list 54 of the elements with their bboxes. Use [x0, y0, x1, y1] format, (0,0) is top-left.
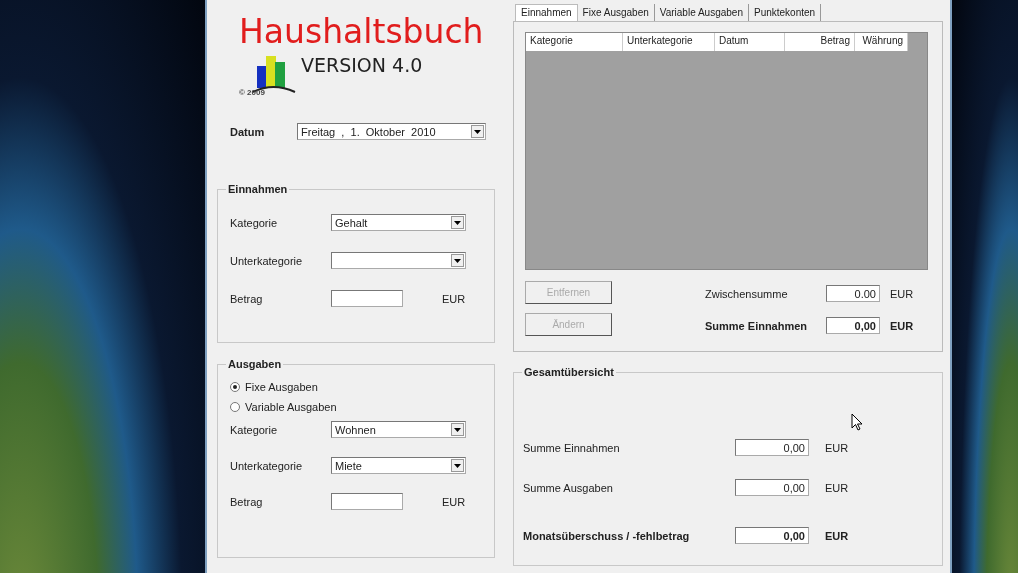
column-header[interactable]: Kategorie — [526, 33, 623, 51]
date-label: Datum — [230, 125, 266, 138]
radio-option[interactable]: Fixe Ausgaben — [230, 381, 318, 393]
group-title: Gesamtübersicht — [522, 366, 616, 378]
version-label: VERSION 4.0 — [301, 54, 423, 76]
field-label: Unterkategorie — [230, 459, 303, 472]
group-title: Ausgaben — [226, 358, 284, 370]
caret-icon — [454, 258, 461, 263]
caret-icon — [454, 427, 461, 432]
field-label: Betrag — [230, 495, 263, 508]
group-title: Einnahmen — [226, 183, 290, 195]
field-label: Kategorie — [230, 423, 278, 436]
total-label: Monatsüberschuss / -fehlbetrag — [523, 529, 691, 542]
caret-icon — [454, 220, 461, 225]
column-header[interactable]: Datum — [715, 33, 785, 51]
total-field: 0,00 — [826, 317, 880, 334]
total-field: 0,00 — [735, 439, 809, 456]
tab[interactable]: Variable Ausgaben — [654, 4, 749, 21]
total-label: Zwischensumme — [705, 287, 789, 300]
currency-label: EUR — [890, 319, 915, 332]
dropdown[interactable]: Wohnen — [331, 421, 466, 438]
currency-label: EUR — [825, 441, 850, 454]
tab[interactable]: Einnahmen — [515, 4, 578, 21]
dropdown[interactable]: Miete — [331, 457, 466, 474]
currency-label: EUR — [825, 481, 850, 494]
date-picker[interactable]: Freitag , 1. Oktober 2010 — [297, 123, 486, 140]
currency-label: EUR — [890, 287, 915, 300]
total-label: Summe Ausgaben — [523, 481, 614, 494]
dropdown[interactable]: Gehalt — [331, 214, 466, 231]
total-field: 0.00 — [826, 285, 880, 302]
currency-label: EUR — [825, 529, 850, 542]
radio-option[interactable]: Variable Ausgaben — [230, 401, 337, 413]
tab[interactable]: Punktekonten — [749, 4, 822, 21]
copyright-label: © 2009 — [239, 88, 265, 97]
caret-icon — [454, 463, 461, 468]
tab[interactable]: Fixe Ausgaben — [577, 4, 655, 21]
total-field: 0,00 — [735, 527, 809, 544]
app-title: Haushaltsbuch — [239, 12, 484, 52]
mouse-pointer-icon — [851, 413, 863, 431]
field-label: Unterkategorie — [230, 254, 303, 267]
column-header[interactable]: Betrag — [785, 33, 855, 51]
total-label: Summe Einnahmen — [705, 319, 809, 332]
dropdown[interactable] — [331, 252, 466, 269]
amount-field[interactable] — [331, 493, 403, 510]
amount-field[interactable] — [331, 290, 403, 307]
column-header[interactable]: Währung — [855, 33, 908, 51]
currency-label: EUR — [441, 292, 466, 305]
total-field: 0,00 — [735, 479, 809, 496]
caret-icon — [474, 129, 481, 134]
total-label: Summe Einnahmen — [523, 441, 621, 454]
field-label: Kategorie — [230, 216, 278, 229]
column-header[interactable]: Unterkategorie — [623, 33, 715, 51]
currency-label: EUR — [441, 495, 466, 508]
field-label: Betrag — [230, 292, 263, 305]
